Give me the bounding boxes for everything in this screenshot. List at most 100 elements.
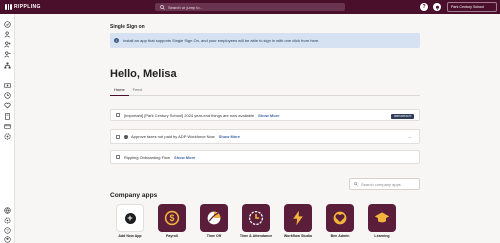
app-time-off[interactable]: Time Off (194, 204, 234, 238)
global-search-placeholder: Search or jump to... (168, 4, 203, 10)
app-label: Learning (374, 234, 390, 238)
settings-icon (4, 133, 11, 140)
task-card-text: Rippling Onboarding Flow (124, 154, 171, 160)
tab-feed[interactable]: Feed (129, 87, 146, 96)
company-apps-search-placeholder: Search company apps (361, 181, 401, 187)
app-tile (326, 204, 354, 232)
bell-icon (435, 5, 439, 10)
person-icon (4, 31, 10, 38)
global-search-input[interactable]: Search or jump to... (155, 3, 345, 11)
beach-icon (207, 211, 221, 225)
company-switcher[interactable]: Park Century School (447, 2, 497, 12)
company-apps-title: Company apps (110, 192, 158, 199)
home-tabs: Home Feed (110, 87, 420, 96)
app-time-attendance[interactable]: Time & Attendance (236, 204, 276, 238)
sidebar-item-settings[interactable] (4, 217, 11, 224)
adp-icon (124, 134, 128, 139)
company-apps-search-input[interactable]: Search company apps (349, 178, 420, 190)
plus-icon: + (124, 212, 136, 224)
graduation-cap-icon (374, 212, 390, 223)
app-label: Add New App (118, 234, 142, 238)
brand-name: RIPPLING (14, 4, 41, 10)
remove-person-icon (4, 51, 11, 58)
task-checkbox[interactable] (116, 155, 120, 159)
heart-icon (333, 211, 347, 225)
task-checkbox[interactable] (116, 134, 120, 139)
sidebar-item-help[interactable]: ? (4, 227, 11, 234)
page-title: Hello, Melisa (110, 68, 177, 80)
svg-text:$: $ (170, 213, 175, 223)
task-card-approve-taxes[interactable]: Approve taxes not paid by ADP Workforce … (110, 129, 420, 144)
dollar-icon: $ (164, 210, 180, 226)
sidebar-item-remove-person[interactable] (4, 51, 11, 58)
sidebar-item-profile[interactable] (4, 236, 11, 243)
clock-icon (4, 92, 11, 99)
show-more-link[interactable]: Show More (174, 155, 195, 160)
clock-icon (248, 210, 264, 226)
app-tile: + (116, 204, 144, 232)
rippling-logo-icon (5, 4, 12, 10)
heart-icon (4, 102, 11, 109)
app-label: Time & Attendance (239, 234, 273, 238)
sidebar-item-benefits[interactable] (4, 102, 11, 109)
sidebar-item-time[interactable] (4, 92, 11, 99)
sidebar-item-learning[interactable] (4, 113, 11, 120)
sidebar-item-org-chart[interactable] (4, 62, 11, 69)
sidebar-item-finance[interactable] (4, 123, 11, 130)
help-button[interactable]: ? (420, 3, 428, 11)
info-icon: i (114, 38, 119, 43)
app-tile: $ (158, 204, 186, 232)
show-more-link[interactable]: Show More (219, 134, 240, 139)
sso-section-title: Single Sign on (110, 24, 145, 30)
app-tile (368, 204, 396, 232)
account-icon (4, 236, 11, 243)
main-content: Single Sign on i Install an app that sup… (15, 14, 500, 243)
sso-banner-text: Install an app that supports Single Sign… (123, 38, 320, 43)
app-workflow-studio[interactable]: Workflow Studio (278, 204, 318, 238)
add-person-icon (4, 41, 11, 48)
rippling-logo[interactable]: RIPPLING (5, 4, 41, 10)
card-icon (4, 124, 11, 129)
chevron-down-icon[interactable]: ⌄ (408, 134, 411, 139)
org-chart-icon (4, 62, 11, 69)
svg-text:?: ? (6, 228, 9, 233)
sidebar-item-people[interactable] (4, 31, 11, 38)
app-payroll[interactable]: $ Payroll (152, 204, 192, 238)
question-icon: ? (422, 4, 426, 10)
show-more-link[interactable]: Show More (258, 113, 279, 118)
app-label: Ben Admin (330, 234, 350, 238)
task-card-text: [Important] [Park Century School] 2024 y… (124, 112, 255, 118)
task-card-onboarding[interactable]: Rippling Onboarding Flow Show More (110, 150, 420, 164)
tab-home[interactable]: Home (110, 87, 129, 96)
search-icon (354, 182, 358, 186)
help-circle-icon: ? (4, 227, 11, 234)
home-icon (4, 21, 11, 28)
book-icon (5, 113, 10, 120)
task-checkbox[interactable] (116, 113, 120, 117)
sidebar-item-apps[interactable] (4, 133, 11, 140)
search-icon (160, 4, 165, 10)
app-tile (284, 204, 312, 232)
sidebar: ? (0, 14, 15, 243)
sidebar-item-payroll[interactable] (4, 82, 11, 89)
app-tile (242, 204, 270, 232)
lightning-icon (293, 210, 303, 226)
top-bar: RIPPLING Search or jump to... ? Park Cen… (0, 0, 500, 14)
company-name: Park Century School (451, 5, 484, 9)
money-icon (4, 83, 11, 88)
task-card-year-end[interactable]: [Important] [Park Century School] 2024 y… (110, 109, 420, 121)
task-card-text: Approve taxes not paid by ADP Workforce … (131, 134, 215, 139)
app-label: Time Off (206, 234, 222, 238)
sidebar-item-home[interactable] (4, 21, 11, 28)
notifications-button[interactable] (433, 3, 441, 11)
app-add-new[interactable]: + Add New App (110, 204, 150, 238)
globe-icon (4, 207, 11, 214)
app-tile (200, 204, 228, 232)
app-label: Workflow Studio (283, 234, 313, 238)
sidebar-item-add-person[interactable] (4, 41, 11, 48)
app-learning[interactable]: Learning (362, 204, 402, 238)
app-label: Payroll (166, 234, 178, 238)
sso-info-banner: i Install an app that supports Single Si… (110, 33, 420, 48)
sidebar-item-global[interactable] (4, 207, 11, 214)
app-ben-admin[interactable]: Ben Admin (320, 204, 360, 238)
